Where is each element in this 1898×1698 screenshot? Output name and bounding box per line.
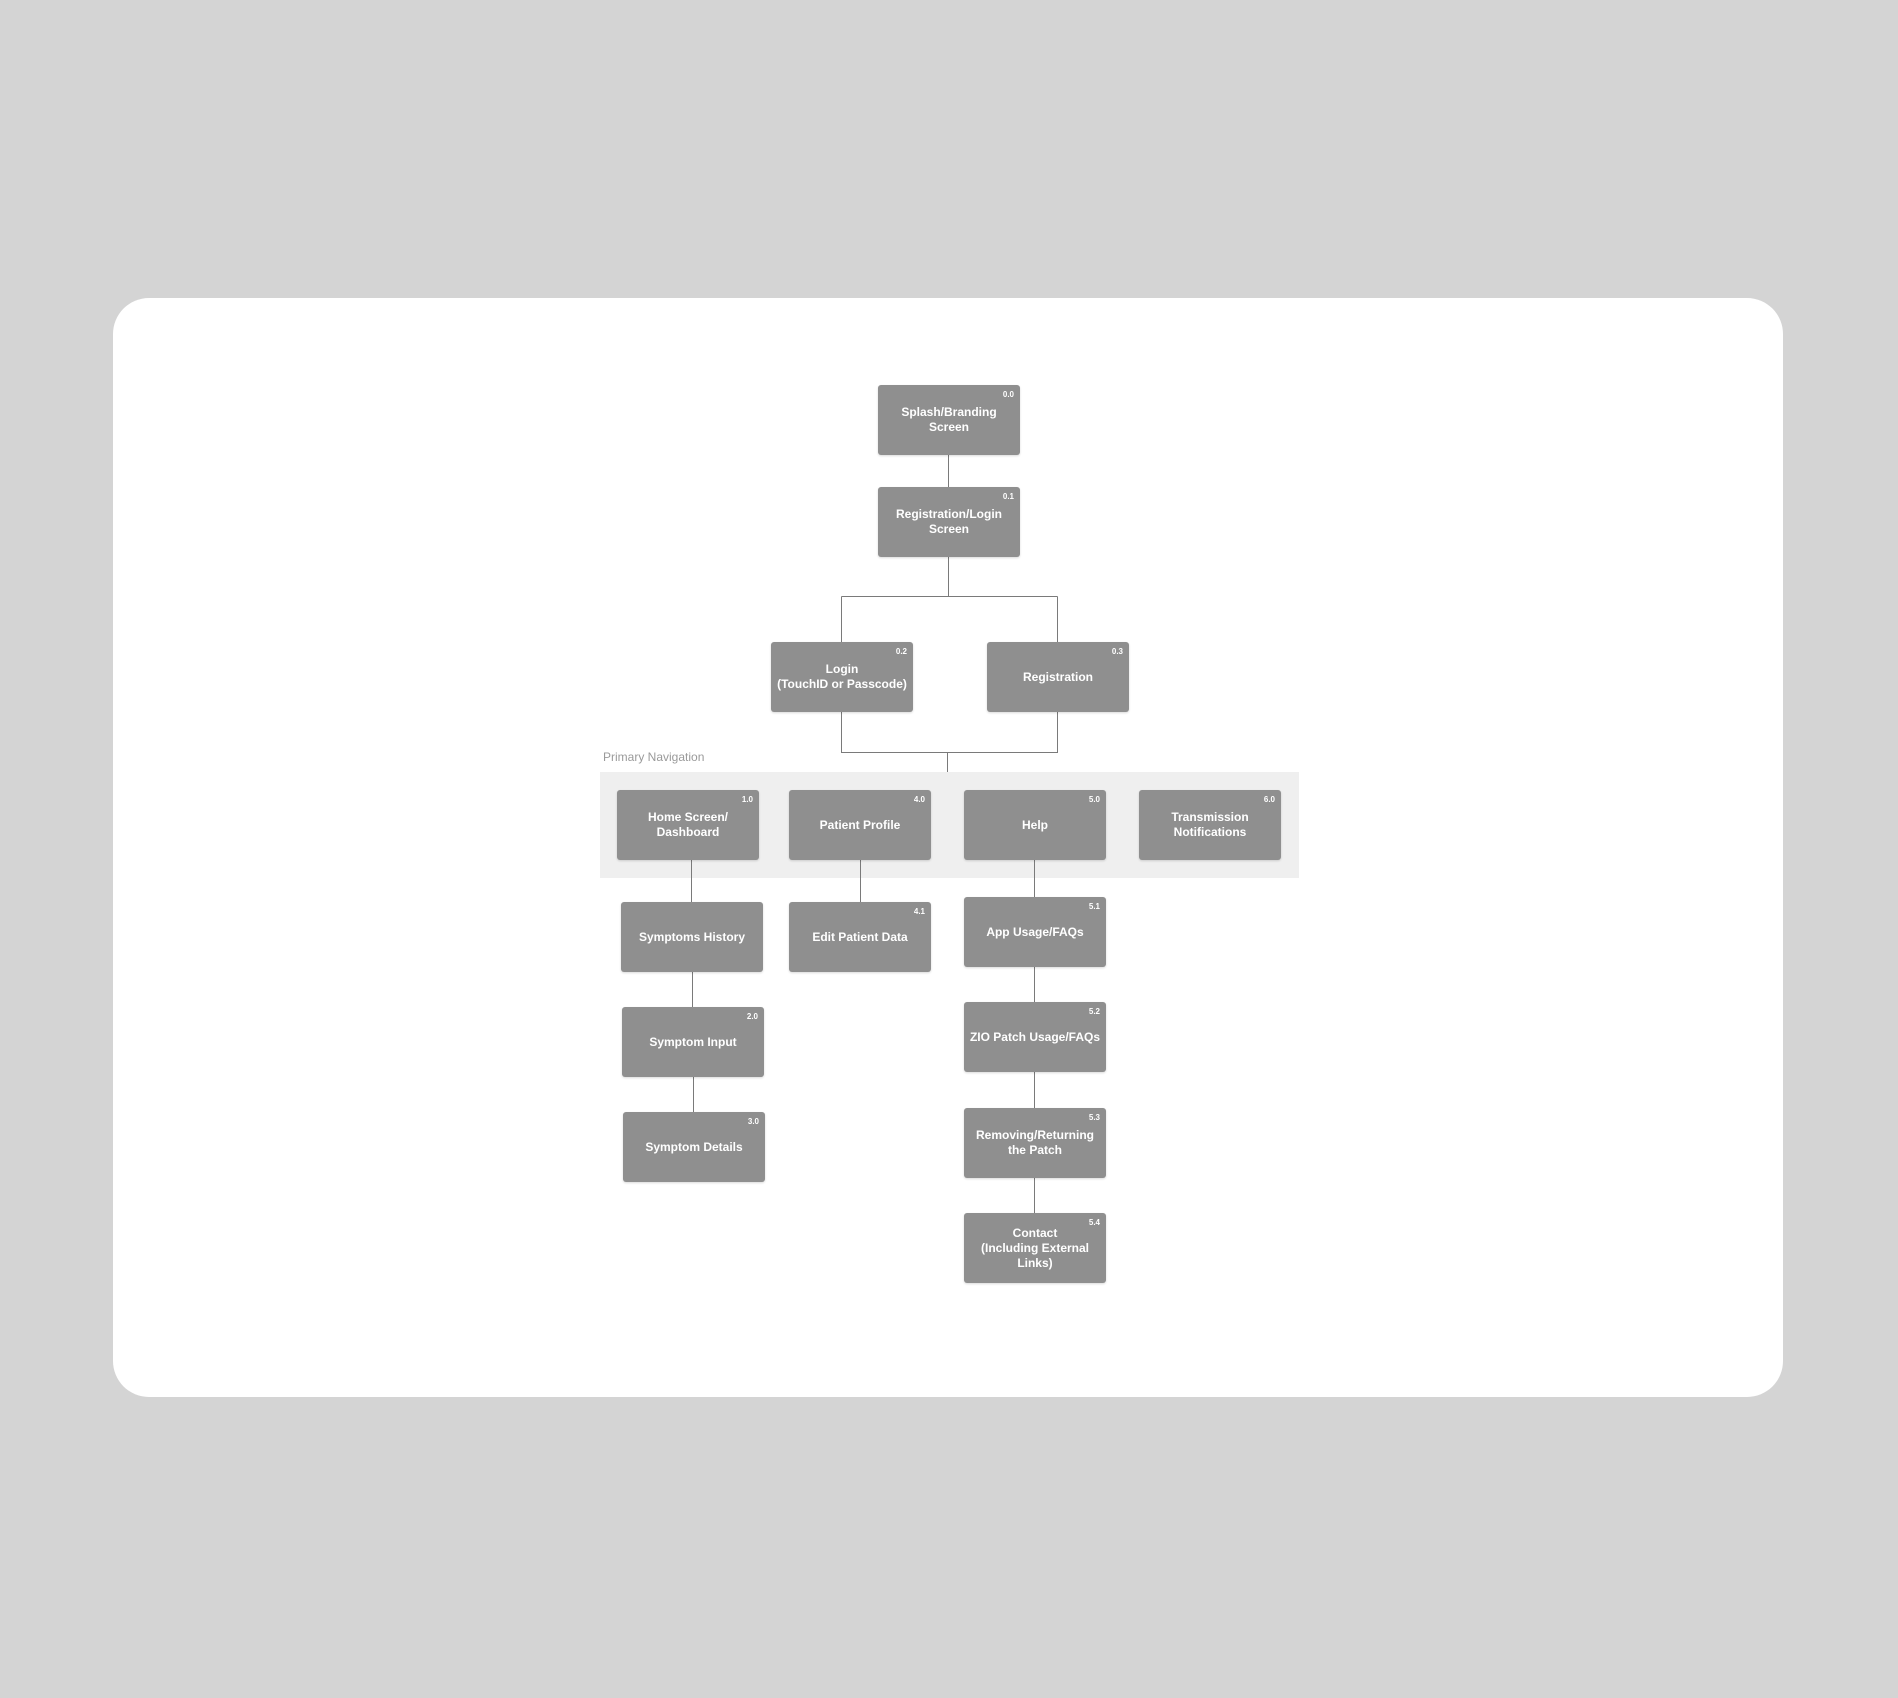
node-splash[interactable]: 0.0 Splash/Branding Screen (878, 385, 1020, 455)
node-login[interactable]: 0.2 Login (TouchID or Passcode) (771, 642, 913, 712)
node-number: 4.1 (913, 907, 925, 916)
node-number: 0.1 (1002, 492, 1014, 501)
node-number: 4.0 (913, 795, 925, 804)
node-removing-patch[interactable]: 5.3 Removing/Returning the Patch (964, 1108, 1106, 1178)
node-contact[interactable]: 5.4 Contact (Including External Links) (964, 1213, 1106, 1283)
node-label: Removing/Returning the Patch (975, 1128, 1094, 1157)
node-label: Symptom Details (645, 1139, 743, 1154)
node-help[interactable]: 5.0 Help (964, 790, 1106, 860)
node-label: Splash/Branding Screen (901, 405, 997, 434)
node-app-usage[interactable]: 5.1 App Usage/FAQs (964, 897, 1106, 967)
node-patient-profile[interactable]: 4.0 Patient Profile (789, 790, 931, 860)
node-label: Registration/Login Screen (896, 507, 1002, 536)
node-label: App Usage/FAQs (986, 924, 1084, 939)
node-label: ZIO Patch Usage/FAQs (969, 1029, 1101, 1044)
node-symptoms-history[interactable]: Symptoms History (621, 902, 763, 972)
node-label: Registration (1022, 669, 1093, 684)
node-home[interactable]: 1.0 Home Screen/ Dashboard (617, 790, 759, 860)
node-number: 5.3 (1088, 1113, 1100, 1122)
node-symptom-details[interactable]: 3.0 Symptom Details (623, 1112, 765, 1182)
node-label: Edit Patient Data (812, 929, 908, 944)
node-label: Contact (Including External Links) (980, 1225, 1089, 1270)
node-label: Login (TouchID or Passcode) (777, 662, 907, 691)
node-transmission[interactable]: 6.0 Transmission Notifications (1139, 790, 1281, 860)
node-zio-patch[interactable]: 5.2 ZIO Patch Usage/FAQs (964, 1002, 1106, 1072)
node-number: 6.0 (1263, 795, 1275, 804)
connector-lines (691, 455, 1058, 1213)
connector-reglogin-branch (841, 557, 1058, 642)
connector-login-join (841, 712, 1058, 772)
node-symptom-input[interactable]: 2.0 Symptom Input (622, 1007, 764, 1077)
node-label: Transmission Notifications (1171, 810, 1249, 839)
node-number: 2.0 (746, 1012, 758, 1021)
node-number: 0.0 (1002, 390, 1014, 399)
node-number: 0.3 (1111, 647, 1123, 656)
node-label: Symptoms History (638, 929, 746, 944)
node-label: Home Screen/ Dashboard (647, 810, 729, 839)
node-number: 0.2 (895, 647, 907, 656)
node-registration[interactable]: 0.3 Registration (987, 642, 1129, 712)
node-label: Help (1021, 817, 1048, 832)
node-number: 5.2 (1088, 1007, 1100, 1016)
node-number: 5.4 (1088, 1218, 1100, 1227)
node-label: Symptom Input (649, 1034, 737, 1049)
node-edit-patient[interactable]: 4.1 Edit Patient Data (789, 902, 931, 972)
node-number: 1.0 (741, 795, 753, 804)
node-label: Patient Profile (819, 817, 901, 832)
node-number: 5.1 (1088, 902, 1100, 911)
node-registration-login[interactable]: 0.1 Registration/Login Screen (878, 487, 1020, 557)
node-number: 3.0 (747, 1117, 759, 1126)
node-number: 5.0 (1088, 795, 1100, 804)
